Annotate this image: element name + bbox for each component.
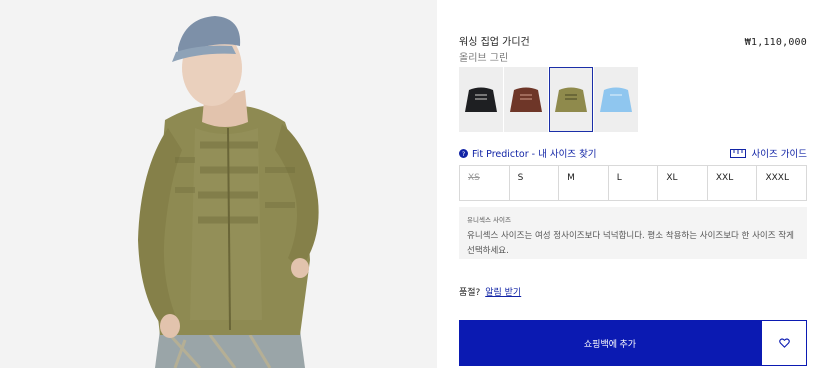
product-title: 워싱 집업 가디건 [459, 37, 530, 48]
color-name: 올리브 그린 [459, 53, 509, 64]
swatch-black-thumbnail [465, 87, 497, 112]
product-panel: 워싱 집업 가디건 ₩1,110,000 올리브 그린 ? Fit Predic… [459, 0, 808, 368]
heart-icon [778, 338, 790, 348]
soldout-row: 품절? 알림 받기 [459, 285, 521, 298]
swatch-olive[interactable] [549, 67, 593, 132]
color-swatches [459, 67, 638, 132]
note-body: 유니섹스 사이즈는 여성 정사이즈보다 넉넉합니다. 평소 착용하는 사이즈보다… [467, 231, 794, 256]
size-guide-link[interactable]: 사이즈 가이드 [729, 146, 807, 160]
size-guide-label: 사이즈 가이드 [751, 149, 807, 160]
ruler-icon [729, 148, 746, 158]
product-image[interactable] [0, 0, 437, 368]
svg-text:?: ? [462, 150, 465, 157]
wishlist-button[interactable] [761, 320, 807, 366]
unisex-size-note: 유니섹스 사이즈 유니섹스 사이즈는 여성 정사이즈보다 넉넉합니다. 평소 착… [459, 207, 807, 259]
size-option-l[interactable]: L [609, 166, 659, 200]
size-selector: XS S M L XL XXL XXXL [459, 165, 808, 201]
swatch-light-blue[interactable] [594, 67, 638, 132]
cart-row: 쇼핑백에 추가 [459, 320, 807, 366]
soldout-prefix: 품절? [459, 288, 481, 298]
note-title: 유니섹스 사이즈 [467, 216, 511, 224]
swatch-black[interactable] [459, 67, 503, 132]
swatch-brown-thumbnail [510, 87, 542, 112]
size-option-xs[interactable]: XS [460, 166, 510, 200]
fit-row: ? Fit Predictor - 내 사이즈 찾기 사이즈 가이드 [459, 146, 807, 160]
size-option-xxl[interactable]: XXL [708, 166, 758, 200]
product-price: ₩1,110,000 [744, 37, 807, 48]
swatch-light-blue-thumbnail [600, 87, 632, 112]
size-option-xxxl[interactable]: XXXL [757, 166, 808, 200]
size-option-s[interactable]: S [510, 166, 560, 200]
size-option-m[interactable]: M [559, 166, 609, 200]
swatch-brown[interactable] [504, 67, 548, 132]
add-to-bag-button[interactable]: 쇼핑백에 추가 [459, 320, 761, 366]
swatch-olive-thumbnail [555, 87, 587, 112]
fit-predictor-label: Fit Predictor - 내 사이즈 찾기 [472, 149, 597, 160]
help-icon: ? [459, 148, 468, 158]
size-option-xl[interactable]: XL [658, 166, 708, 200]
notify-me-link[interactable]: 알림 받기 [485, 288, 521, 298]
title-row: 워싱 집업 가디건 ₩1,110,000 [459, 33, 807, 48]
fit-predictor-link[interactable]: ? Fit Predictor - 내 사이즈 찾기 [459, 146, 597, 160]
model-illustration [0, 0, 437, 368]
